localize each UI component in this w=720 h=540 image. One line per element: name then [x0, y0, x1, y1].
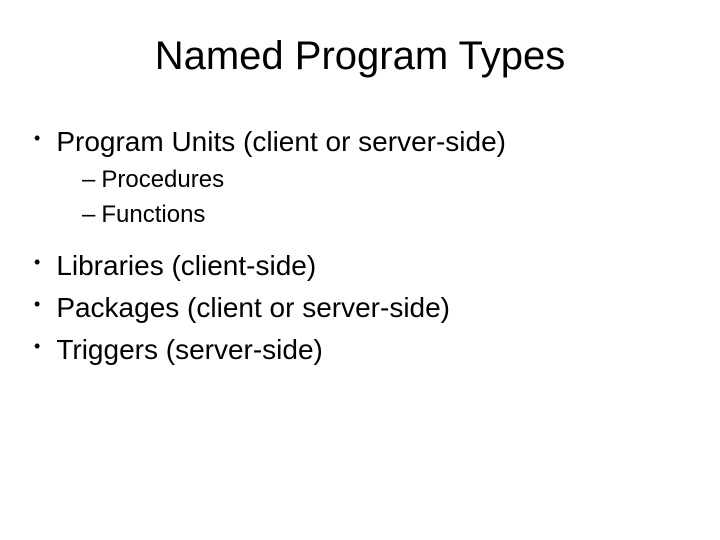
spacer	[34, 233, 690, 245]
bullet-text: Libraries (client-side)	[56, 245, 316, 287]
slide: Named Program Types • Program Units (cli…	[0, 0, 720, 540]
bullet-packages: • Packages (client or server-side)	[34, 287, 690, 329]
subbullet-functions: – Functions	[34, 198, 690, 233]
dash-icon: –	[82, 198, 95, 233]
bullet-dot-icon: •	[34, 129, 40, 147]
slide-title: Named Program Types	[30, 34, 690, 79]
bullet-text: Triggers (server-side)	[56, 329, 323, 371]
bullet-dot-icon: •	[34, 337, 40, 355]
bullet-text: Packages (client or server-side)	[56, 287, 450, 329]
dash-icon: –	[82, 163, 95, 198]
bullet-text: Functions	[101, 198, 205, 233]
bullet-text: Program Units (client or server-side)	[56, 121, 506, 163]
slide-content: • Program Units (client or server-side) …	[30, 121, 690, 371]
bullet-triggers: • Triggers (server-side)	[34, 329, 690, 371]
subbullet-procedures: – Procedures	[34, 163, 690, 198]
bullet-text: Procedures	[101, 163, 224, 198]
bullet-libraries: • Libraries (client-side)	[34, 245, 690, 287]
bullet-dot-icon: •	[34, 295, 40, 313]
bullet-program-units: • Program Units (client or server-side)	[34, 121, 690, 163]
bullet-dot-icon: •	[34, 253, 40, 271]
